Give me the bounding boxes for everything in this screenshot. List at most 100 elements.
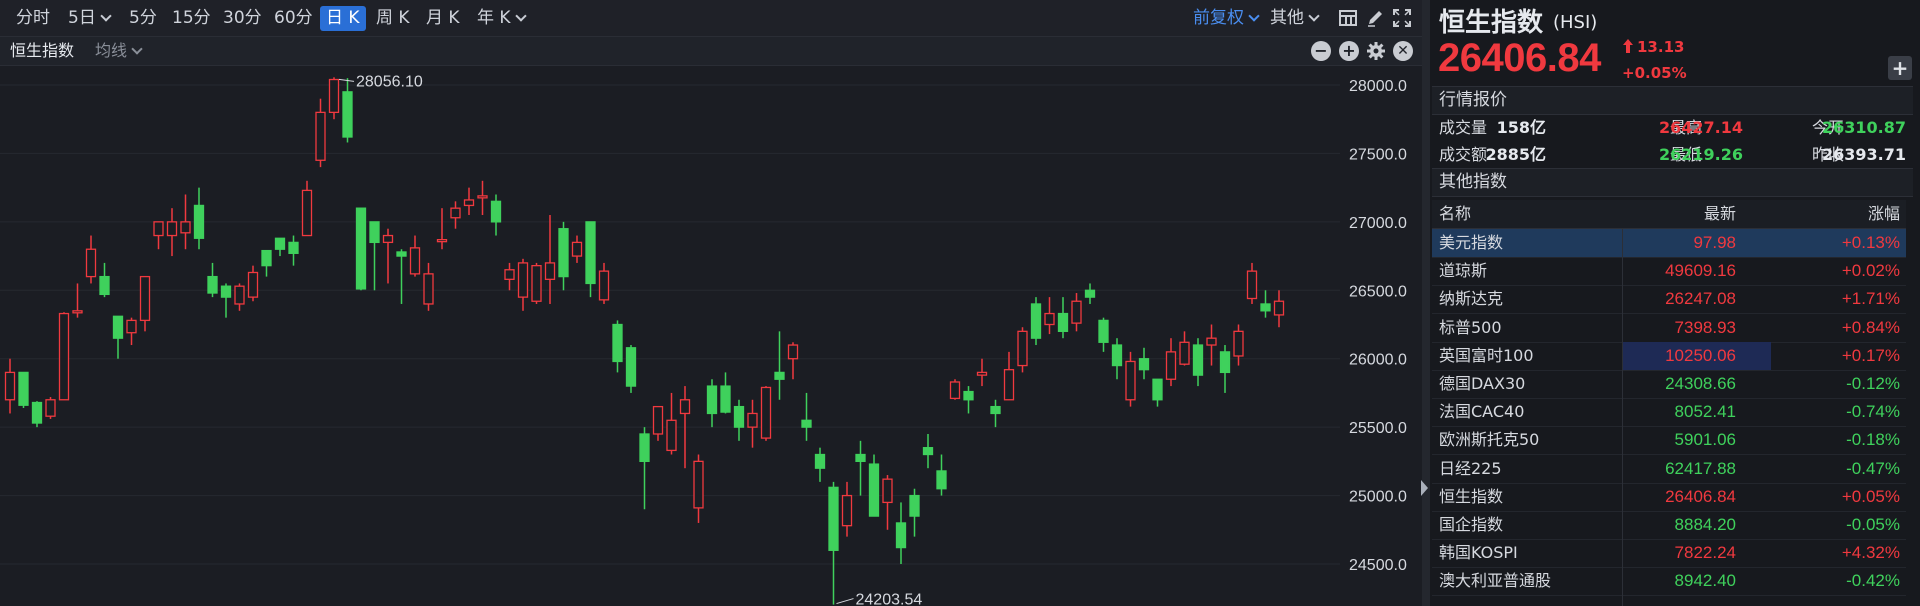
period-5min[interactable]: 5分 [129,0,157,36]
candle[interactable] [760,386,772,441]
candle[interactable] [531,262,542,304]
candle[interactable] [382,228,394,284]
candle[interactable] [1017,327,1028,373]
price-adjust-dropdown[interactable]: 前复权 [1193,0,1260,36]
col-last[interactable]: 最新 [1704,200,1736,228]
period-15min[interactable]: 15分 [172,0,211,36]
candle[interactable] [571,235,583,263]
candle[interactable] [288,235,299,266]
candle[interactable] [1084,283,1096,304]
candle[interactable] [895,502,907,564]
candle[interactable] [261,249,272,277]
candle[interactable] [652,405,664,441]
zoom-in-icon[interactable]: + [1339,41,1359,61]
candle[interactable] [463,187,475,216]
index-row[interactable]: 道琼斯 49609.16 +0.02% [1432,257,1906,287]
candle[interactable] [1071,293,1082,332]
period-yearly-k[interactable]: 年 K [477,0,527,36]
period-timeshare[interactable]: 分时 [16,0,50,36]
col-change[interactable]: 涨幅 [1868,200,1900,228]
candle[interactable] [841,481,853,537]
index-row[interactable]: 纳斯达克 26247.08 +1.71% [1432,285,1906,315]
candle[interactable] [1044,297,1055,335]
candle[interactable] [153,221,164,250]
index-row[interactable]: 欧洲斯托克50 5901.06 -0.18% [1432,426,1906,456]
candle[interactable] [612,320,623,373]
candle[interactable] [976,358,988,387]
candle[interactable] [355,207,367,291]
candle[interactable] [1138,347,1150,380]
candle[interactable] [1152,378,1163,407]
candle[interactable] [733,399,745,441]
fullscreen-icon[interactable] [1392,8,1412,28]
candle[interactable] [1030,297,1042,346]
candle[interactable] [328,77,340,120]
candle[interactable] [1260,290,1271,318]
candle[interactable] [247,265,259,302]
candle[interactable] [585,221,596,298]
index-row[interactable]: 恒生指数 26406.84 +0.05% [1432,483,1906,512]
candle[interactable] [1273,290,1285,328]
candle[interactable] [274,237,286,257]
candle[interactable] [774,331,785,400]
candle[interactable] [936,454,947,496]
candle[interactable] [396,249,407,304]
candle[interactable] [1246,262,1258,304]
candle[interactable] [315,98,326,168]
index-row[interactable]: 标普500 7398.93 +0.84% [1432,314,1906,343]
index-row[interactable]: 德国DAX30 24308.66 -0.12% [1432,370,1906,399]
candle[interactable] [517,258,529,311]
grid-layout-icon[interactable] [1338,8,1358,28]
candle[interactable] [112,315,124,359]
candlestick-chart[interactable]: 28000.0 27500.0 27000.0 26500.0 26000.0 25500… [0,64,1420,606]
candle[interactable] [126,317,137,346]
pen-icon[interactable] [1365,8,1385,28]
candle[interactable] [58,312,70,401]
candle[interactable] [85,235,97,284]
candle[interactable] [1165,338,1177,387]
candle[interactable] [450,201,461,229]
candle[interactable] [4,358,16,414]
candle[interactable] [72,283,83,318]
candle[interactable] [193,187,205,250]
candle[interactable] [504,262,515,291]
index-row[interactable]: 国企指数 8884.20 -0.05% [1432,511,1906,540]
period-monthly-k[interactable]: 月 K [426,0,460,36]
candle[interactable] [1206,324,1217,366]
candle[interactable] [1125,351,1136,407]
candle[interactable] [301,180,313,237]
candle[interactable] [369,221,380,291]
candle[interactable] [990,399,1001,428]
candle[interactable] [693,454,704,523]
candle[interactable] [720,372,731,414]
candle[interactable] [639,427,650,510]
candle[interactable] [598,262,610,304]
candle[interactable] [558,221,569,291]
candle[interactable] [45,397,56,419]
index-row[interactable]: 英国富时100 10250.06 +0.17% [1432,341,1906,371]
candle[interactable] [787,342,799,380]
candle[interactable] [949,379,961,400]
panel-splitter[interactable] [1422,0,1430,606]
col-name[interactable]: 名称 [1439,200,1471,228]
candle[interactable] [666,392,677,455]
zoom-out-icon[interactable]: − [1311,41,1331,61]
gear-icon[interactable] [1366,41,1386,61]
index-row[interactable]: 韩国KOSPI 7822.24 +4.32% [1432,539,1906,569]
candle[interactable] [1219,345,1231,393]
candle[interactable] [342,78,353,143]
candle[interactable] [1192,338,1204,387]
candle[interactable] [1057,297,1069,339]
candle[interactable] [207,262,218,298]
collapse-arrow-icon[interactable] [1421,480,1428,496]
candle[interactable] [625,345,637,393]
close-icon[interactable]: ✕ [1393,41,1413,61]
candle[interactable] [1098,317,1109,352]
index-row[interactable]: 美元指数 97.98 +0.13% [1432,229,1906,258]
candle[interactable] [814,447,826,482]
candle[interactable] [1111,338,1123,380]
moving-average-dropdown[interactable]: 均线 [95,37,143,65]
candle[interactable] [855,440,866,496]
candle[interactable] [801,392,812,441]
index-row[interactable]: 日经225 62417.88 -0.47% [1432,455,1906,484]
